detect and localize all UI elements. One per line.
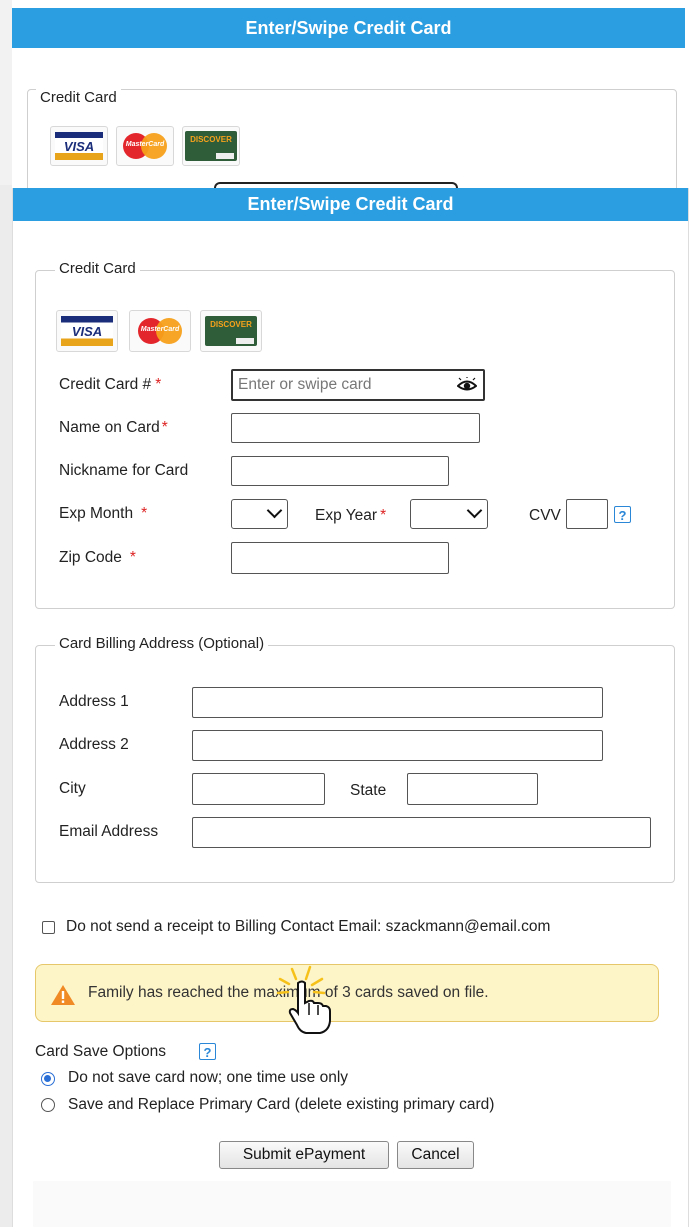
state-input[interactable] <box>407 773 538 805</box>
exp-month-select[interactable] <box>231 499 288 529</box>
mastercard-logo-icon: MasterCard <box>116 126 174 166</box>
credit-card-dialog: Enter/Swipe Credit Card Credit Card VISA… <box>12 188 689 1227</box>
name-on-card-label: Name on Card * <box>59 419 168 436</box>
address1-label: Address 1 <box>59 693 129 710</box>
exp-month-label: Exp Month * <box>59 505 148 522</box>
background-dialog: Enter/Swipe Credit Card Credit Card VISA… <box>12 8 685 211</box>
credit-card-legend: Credit Card <box>55 260 140 277</box>
visa-logo-text: VISA <box>55 132 103 160</box>
no-receipt-checkbox[interactable] <box>42 921 55 934</box>
zip-code-input[interactable] <box>231 542 449 574</box>
zip-code-label: Zip Code * <box>59 549 136 566</box>
visa-logo-icon: VISA <box>50 126 108 166</box>
radio-replace-primary[interactable] <box>41 1098 55 1112</box>
discover-logo-icon: DISCOVER <box>182 126 240 166</box>
visa-card-icon: VISA <box>56 310 118 352</box>
card-number-input[interactable]: Enter or swipe card <box>231 369 485 401</box>
discover-card-text: DISCOVER <box>210 320 252 329</box>
submit-epayment-button[interactable]: Submit ePayment <box>219 1141 389 1169</box>
cvv-input[interactable] <box>566 499 608 529</box>
background-dialog-titlebar: Enter/Swipe Credit Card <box>12 8 685 48</box>
nickname-label: Nickname for Card <box>59 462 189 479</box>
lower-panel <box>33 1181 671 1227</box>
radio-replace-primary-label: Save and Replace Primary Card (delete ex… <box>68 1096 495 1113</box>
card-save-help-icon[interactable]: ? <box>199 1043 216 1060</box>
exp-year-label: Exp Year * <box>315 507 387 524</box>
dialog-title: Enter/Swipe Credit Card <box>247 194 454 214</box>
background-page-edge <box>0 0 12 190</box>
visa-card-text: VISA <box>61 316 113 346</box>
cancel-button[interactable]: Cancel <box>397 1141 474 1169</box>
background-page-edge-lower <box>0 185 12 1227</box>
hand-pointer-cursor-icon <box>276 965 331 1034</box>
radio-one-time-use-label: Do not save card now; one time use only <box>68 1069 349 1086</box>
card-number-placeholder: Enter or swipe card <box>238 376 372 393</box>
mastercard-logo-text: MasterCard <box>125 141 165 148</box>
mastercard-card-text: MasterCard <box>140 326 180 333</box>
show-card-number-eye-icon[interactable] <box>457 377 477 393</box>
background-credit-card-legend: Credit Card <box>36 89 121 106</box>
cvv-label: CVV <box>529 507 561 524</box>
email-address-input[interactable] <box>192 817 651 848</box>
address2-input[interactable] <box>192 730 603 761</box>
dialog-titlebar: Enter/Swipe Credit Card <box>13 188 688 221</box>
exp-year-select[interactable] <box>410 499 488 529</box>
warning-icon <box>51 985 75 1005</box>
discover-card-icon: DISCOVER <box>200 310 262 352</box>
address1-input[interactable] <box>192 687 603 718</box>
card-number-label: Credit Card # * <box>59 376 162 393</box>
max-cards-warning: Family has reached the maximum of 3 card… <box>35 964 659 1022</box>
billing-address-legend: Card Billing Address (Optional) <box>55 635 269 652</box>
radio-one-time-use[interactable] <box>41 1072 55 1086</box>
name-on-card-input[interactable] <box>231 413 480 443</box>
exp-month-chevron-down-icon <box>266 502 283 519</box>
cvv-help-icon[interactable]: ? <box>614 506 631 523</box>
discover-logo-text: DISCOVER <box>190 135 232 144</box>
address2-label: Address 2 <box>59 736 129 753</box>
nickname-input[interactable] <box>231 456 449 486</box>
city-label: City <box>59 780 86 797</box>
card-save-options-label: Card Save Options <box>35 1043 166 1060</box>
city-input[interactable] <box>192 773 325 805</box>
background-dialog-title: Enter/Swipe Credit Card <box>245 18 452 38</box>
email-address-label: Email Address <box>59 823 159 840</box>
exp-year-chevron-down-icon <box>466 502 483 519</box>
no-receipt-label: Do not send a receipt to Billing Contact… <box>66 918 551 935</box>
mastercard-card-icon: MasterCard <box>129 310 191 352</box>
state-label: State <box>350 782 387 799</box>
